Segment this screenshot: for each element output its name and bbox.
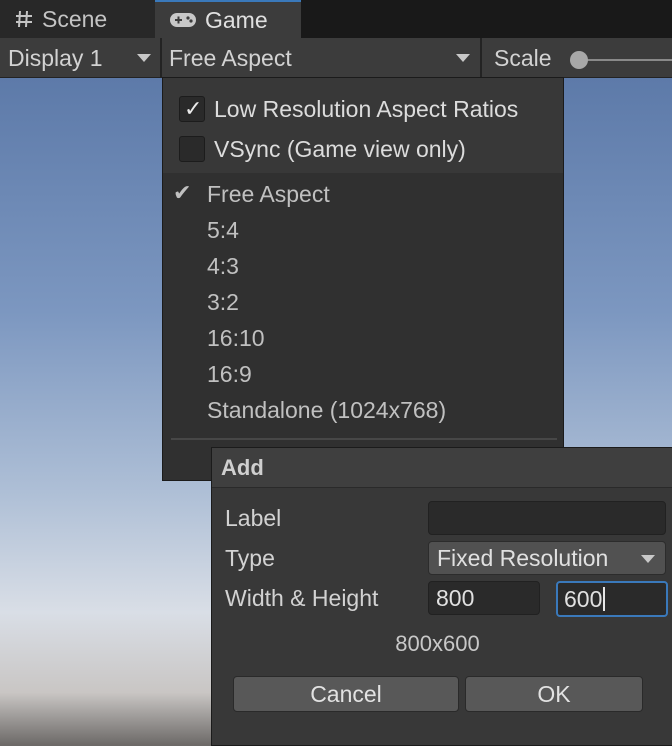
menu-item-standalone[interactable]: Standalone (1024x768) xyxy=(207,395,446,425)
display-dropdown[interactable]: Display 1 xyxy=(0,38,160,78)
tab-scene[interactable]: Scene xyxy=(0,0,155,38)
dialog-title: Add xyxy=(221,455,264,480)
ok-button[interactable]: OK xyxy=(465,676,643,712)
scale-label: Scale xyxy=(494,44,552,71)
menu-item-5-4[interactable]: 5:4 xyxy=(207,215,239,245)
tab-scene-label: Scene xyxy=(42,5,108,32)
toolbar-divider xyxy=(480,38,482,78)
height-value: 600 xyxy=(564,585,603,612)
scale-slider-handle[interactable] xyxy=(570,51,588,69)
chevron-down-icon xyxy=(456,54,470,62)
display-dropdown-label: Display 1 xyxy=(8,44,103,71)
tab-game[interactable]: Game xyxy=(155,0,301,38)
dialog-header: Add xyxy=(212,448,672,488)
scale-slider-track[interactable] xyxy=(578,59,672,61)
type-field-label: Type xyxy=(225,544,275,571)
menu-item-3-2[interactable]: 3:2 xyxy=(207,287,239,317)
aspect-dropdown[interactable]: Free Aspect xyxy=(162,38,480,78)
menu-item-16-9[interactable]: 16:9 xyxy=(207,359,252,389)
label-field-label: Label xyxy=(225,504,282,531)
menu-item-4-3[interactable]: 4:3 xyxy=(207,251,239,281)
text-cursor xyxy=(603,587,606,611)
low-res-checkbox[interactable]: ✓ xyxy=(179,96,205,122)
cancel-button[interactable]: Cancel xyxy=(233,676,459,712)
width-height-label: Width & Height xyxy=(225,584,379,611)
tab-game-label: Game xyxy=(205,6,268,33)
aspect-menu: ✓ Low Resolution Aspect Ratios VSync (Ga… xyxy=(162,77,564,481)
checkmark-icon: ✓ xyxy=(184,96,203,121)
gamepad-icon xyxy=(169,11,197,29)
menu-item-16-10[interactable]: 16:10 xyxy=(207,323,265,353)
tab-bar: Scene Game xyxy=(0,0,672,38)
vsync-checkbox[interactable] xyxy=(179,136,205,162)
low-res-toggle[interactable]: ✓ Low Resolution Aspect Ratios xyxy=(179,93,518,125)
selected-check-icon: ✔ xyxy=(173,180,192,205)
type-select[interactable]: Fixed Resolution xyxy=(428,541,666,575)
menu-divider xyxy=(171,438,557,440)
resolution-preview: 800x600 xyxy=(395,631,480,656)
aspect-dropdown-label: Free Aspect xyxy=(169,44,292,71)
low-res-label: Low Resolution Aspect Ratios xyxy=(214,95,519,122)
vsync-toggle[interactable]: VSync (Game view only) xyxy=(179,133,466,165)
height-input[interactable]: 600 xyxy=(556,581,668,617)
chevron-down-icon xyxy=(137,54,151,62)
menu-item-free-aspect[interactable]: Free Aspect xyxy=(207,179,330,209)
type-select-value: Fixed Resolution xyxy=(437,544,609,571)
label-input[interactable] xyxy=(428,501,666,535)
add-resolution-dialog: Add Label Type Fixed Resolution Width & … xyxy=(211,447,672,746)
hash-icon xyxy=(14,9,34,29)
width-input[interactable]: 800 xyxy=(428,581,540,615)
chevron-down-icon xyxy=(641,555,655,563)
vsync-label: VSync (Game view only) xyxy=(214,135,466,162)
width-value: 800 xyxy=(436,584,475,611)
